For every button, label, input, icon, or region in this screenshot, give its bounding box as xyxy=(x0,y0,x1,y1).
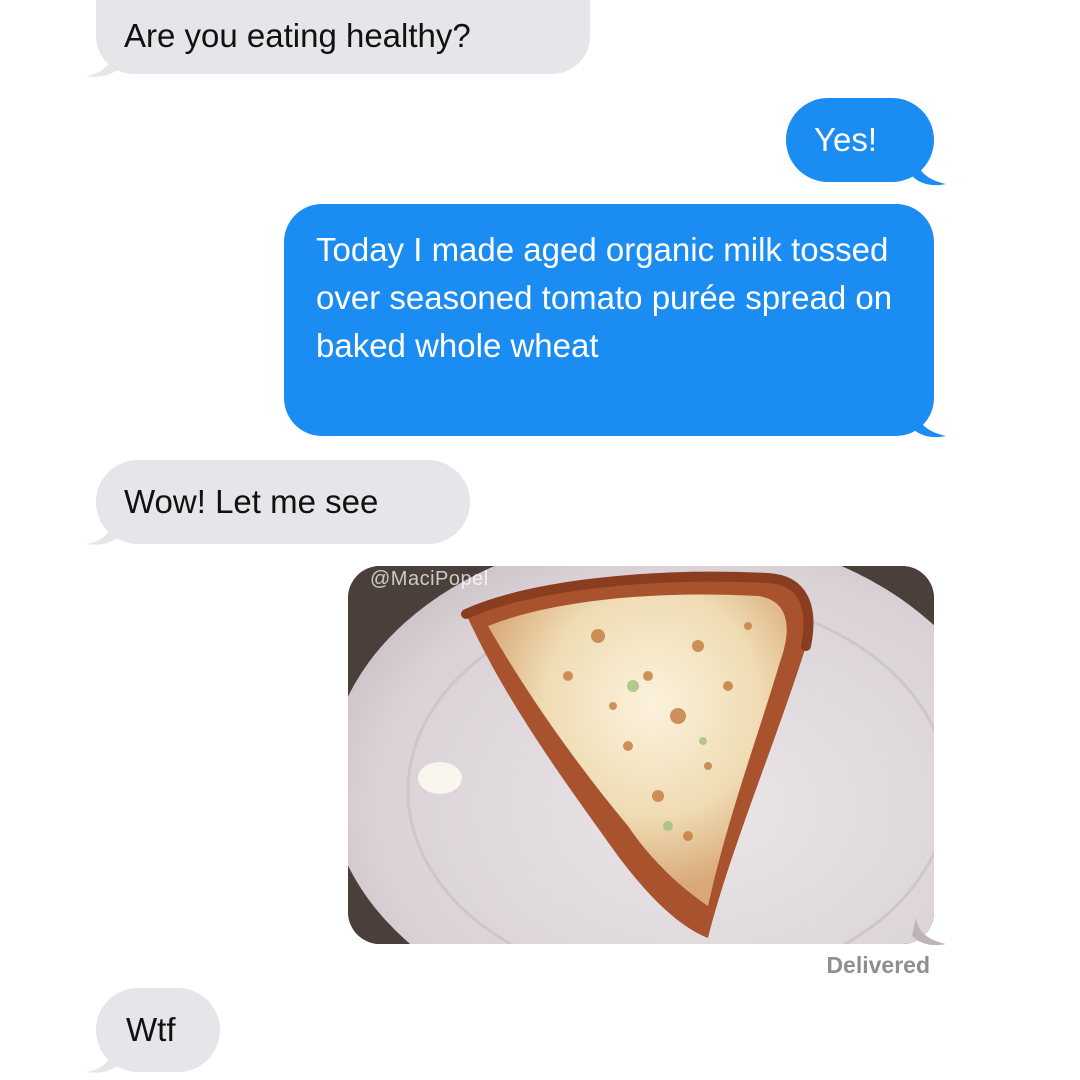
bubble-tail xyxy=(86,50,120,77)
bubble-tail xyxy=(912,918,946,946)
received-message-2[interactable]: Wow! Let me see xyxy=(96,460,470,544)
bubble-tail xyxy=(912,158,946,186)
bubble-tail xyxy=(912,410,946,438)
sent-message-2[interactable]: Today I made aged organic milk tossed ov… xyxy=(284,204,934,436)
delivery-status: Delivered xyxy=(826,952,930,978)
bubble-tail xyxy=(86,1046,120,1073)
received-message-1[interactable]: Are you eating healthy? xyxy=(96,0,590,74)
message-text: Wtf xyxy=(126,1011,176,1048)
pizza-slice-photo xyxy=(348,566,934,944)
bubble-tail xyxy=(86,518,120,545)
sent-image-message[interactable]: @MaciPopel xyxy=(348,566,934,944)
message-text: Wow! Let me see xyxy=(124,483,379,520)
message-text: Are you eating healthy? xyxy=(124,17,471,54)
image-watermark: @MaciPopel xyxy=(370,568,489,590)
message-text: Today I made aged organic milk tossed ov… xyxy=(316,231,893,364)
message-text: Yes! xyxy=(814,121,878,158)
